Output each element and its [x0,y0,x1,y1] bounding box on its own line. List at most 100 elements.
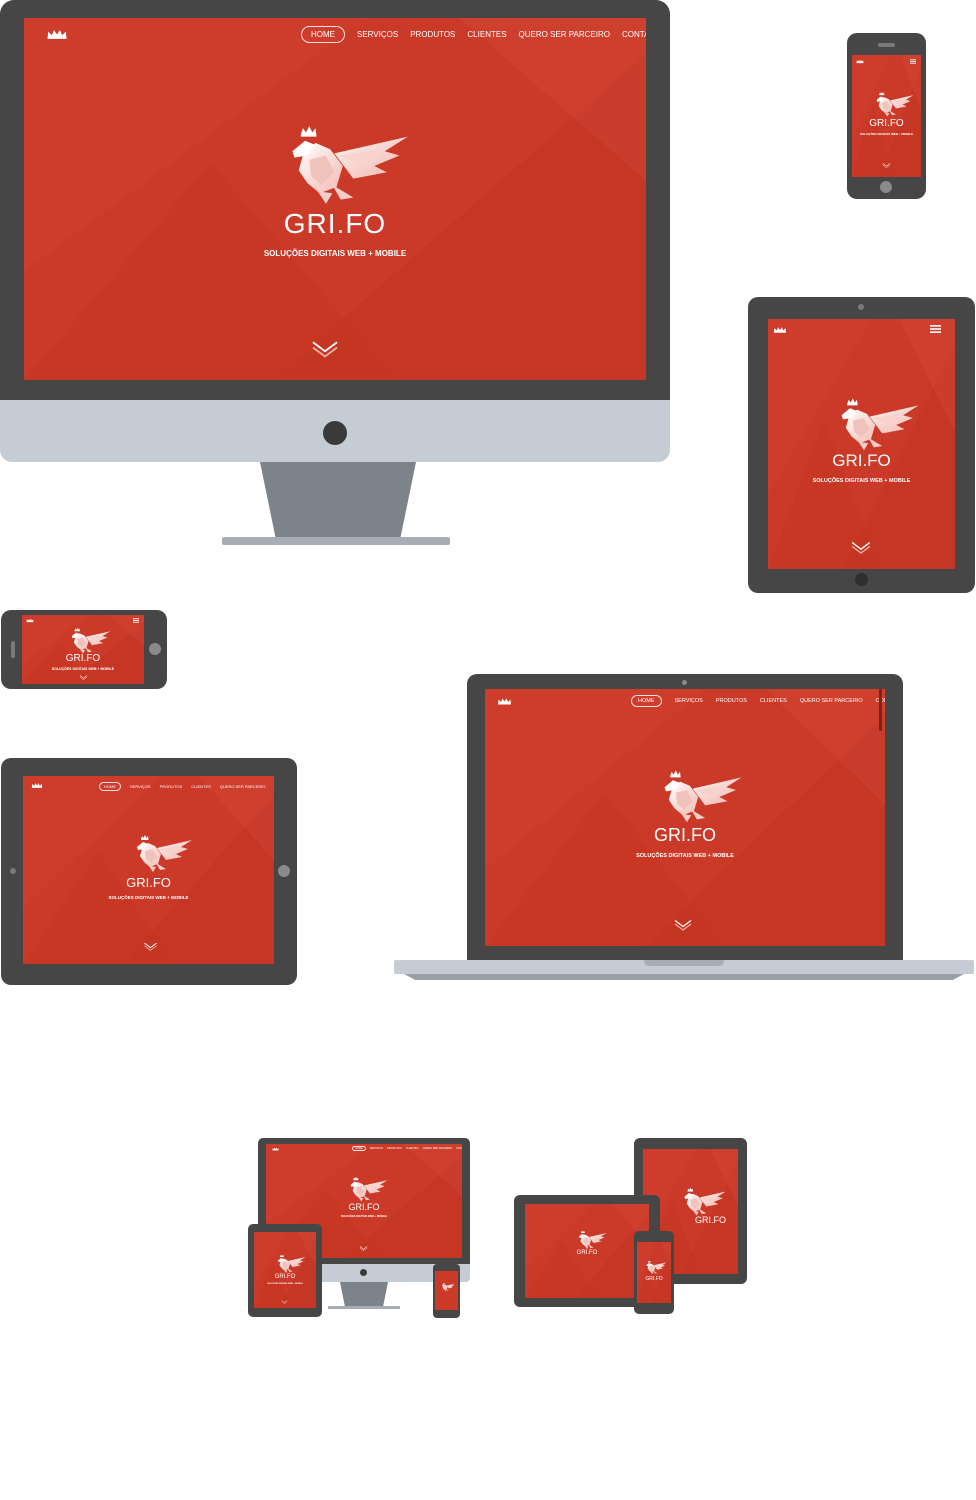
brand-tagline: SOLUÇÕES DIGITAIS WEB + MOBILE [340,1215,388,1218]
hamburger-icon[interactable] [910,59,916,64]
tablet-screen: HOME SERVIÇOS PRODUTOS CLIENTES QUERO SE… [23,776,274,964]
crown-icon[interactable] [31,782,43,789]
hamburger-icon[interactable] [133,618,139,623]
dragon-icon [284,124,410,208]
chevron-down-icon[interactable] [79,675,88,680]
home-button-icon [880,181,892,193]
dragon-icon [68,627,112,655]
chevron-down-icon[interactable] [143,942,158,951]
nav-servicos[interactable]: SERVIÇOS [675,698,703,704]
laptop-screen: HOME SERVIÇOS PRODUTOS CLIENTES QUERO SE… [485,689,885,946]
crown-icon[interactable] [26,618,34,623]
brand-wordmark: GRI.FO [274,1274,296,1280]
brand-wordmark: GRI.FO [654,825,716,845]
scrollbar[interactable] [879,689,882,731]
nav-servicos[interactable]: SERVIÇOS [370,1147,383,1150]
camera-icon [858,304,864,310]
brand-tagline: SOLUÇÕES DIGITAIS WEB + MOBILE [636,853,734,859]
crown-icon[interactable] [497,697,512,706]
home-button-icon [278,865,290,877]
phone-portrait-mockup: GRI.FO SOLUÇÕES DIGITAIS WEB + MOBILE [847,33,926,199]
brand-wordmark: GRI.FO [869,118,904,129]
nav-produtos[interactable]: PRODUTOS [410,30,455,39]
crown-icon[interactable] [272,1147,279,1151]
laptop-lid: HOME SERVIÇOS PRODUTOS CLIENTES QUERO SE… [467,674,903,960]
nav-parceiro[interactable]: QUERO SER PARCEIRO [220,784,266,789]
phone-portrait-mockup [433,1264,460,1318]
dragon-icon [836,397,920,453]
chevron-down-icon[interactable] [281,1300,288,1304]
nav-home[interactable]: HOME [352,1146,366,1151]
chevron-down-icon[interactable] [882,163,891,168]
main-nav: HOME SERVIÇOS PRODUTOS CLIENTES QUERO SE… [99,781,274,791]
nav-produtos[interactable]: PRODUTOS [716,698,747,704]
dragon-icon [348,1176,388,1203]
dragon-icon [133,834,193,874]
hamburger-icon[interactable] [930,325,941,333]
brand-wordmark: GRI.FO [283,208,387,239]
brand-tagline: SOLUÇÕES DIGITAIS WEB + MOBILE [263,249,407,258]
crown-icon[interactable] [46,28,68,41]
phone-screen: GRI.FO [637,1242,671,1303]
crown-icon[interactable] [856,59,864,64]
nav-parceiro[interactable]: QUERO SER PARCEIRO [422,1147,452,1150]
tablet-portrait-mockup: GRI.FO SOLUÇÕES DIGITAIS WEB + MOBILE [248,1224,322,1317]
nav-produtos[interactable]: PRODUTOS [160,784,183,789]
brand-tagline: SOLUÇÕES DIGITAIS WEB + MOBILE [267,1283,303,1285]
brand-tagline: SOLUÇÕES DIGITAIS WEB + MOBILE [51,667,115,671]
camera-icon [10,868,16,874]
chevron-down-icon[interactable] [359,1246,368,1251]
nav-home[interactable]: HOME [99,781,121,791]
dragon-icon [645,1260,667,1275]
camera-icon [682,680,687,685]
main-nav: HOME SERVIÇOS PRODUTOS CLIENTES QUERO SE… [301,25,646,43]
phone-screen [435,1271,458,1310]
nav-parceiro[interactable]: QUERO SER PARCEIRO [519,30,610,39]
phone-portrait-mockup: GRI.FO [634,1231,674,1314]
nav-clientes[interactable]: CLIENTES [760,698,787,704]
nav-servicos[interactable]: SERVIÇOS [130,784,151,789]
phone-screen: GRI.FO SOLUÇÕES DIGITAIS WEB + MOBILE [852,55,921,177]
phone-speaker [11,641,15,658]
laptop-notch [644,960,724,966]
home-button-icon [360,1269,367,1276]
nav-clientes[interactable]: CLIENTES [191,784,211,789]
nav-clientes[interactable]: CLIENTES [406,1147,419,1150]
chevron-down-icon[interactable] [310,340,340,358]
nav-produtos[interactable]: PRODUTOS [387,1147,402,1150]
monitor-foot [222,537,450,545]
home-button-icon [149,643,161,655]
dragon-icon [681,1187,727,1217]
brand-tagline: SOLUÇÕES DIGITAIS WEB + MOBILE [108,895,189,900]
device-group-1: HOME SERVIÇOS PRODUTOS CLIENTES QUERO SE… [248,1138,470,1318]
tablet-portrait-mockup: GRI.FO SOLUÇÕES DIGITAIS WEB + MOBILE [748,297,975,593]
nav-contato[interactable]: CONTATO [622,30,646,39]
desktop-mockup: HOME SERVIÇOS PRODUTOS CLIENTES QUERO SE… [0,0,670,548]
tablet-landscape-mockup: HOME SERVIÇOS PRODUTOS CLIENTES QUERO SE… [1,758,297,985]
chevron-down-icon[interactable] [673,919,693,931]
dragon-icon [874,91,914,118]
brand-tagline: SOLUÇÕES DIGITAIS WEB + MOBILE [812,478,911,484]
crown-icon[interactable] [773,326,787,334]
brand-wordmark: GRI.FO [832,451,891,470]
home-button-icon [323,421,347,445]
nav-servicos[interactable]: SERVIÇOS [357,30,398,39]
brand-tagline: SOLUÇÕES DIGITAIS WEB + MOBILE [859,132,914,136]
dragon-icon [441,1282,455,1292]
nav-home[interactable]: HOME [631,694,662,707]
home-button-icon [855,573,868,586]
laptop-base-underside [404,974,964,980]
nav-parceiro[interactable]: QUERO SER PARCEIRO [800,698,863,704]
chevron-down-icon[interactable] [850,541,872,554]
nav-contato[interactable]: CONTATO [456,1147,462,1150]
dragon-icon [659,769,743,825]
device-group-2: GRI.FO GRI.FO GRI.FO [514,1138,747,1314]
hero-screen: HOME SERVIÇOS PRODUTOS CLIENTES QUERO SE… [24,18,646,380]
nav-clientes[interactable]: CLIENTES [467,30,506,39]
nav-home[interactable]: HOME [301,25,345,43]
phone-speaker [878,43,895,47]
phone-landscape-mockup: GRI.FO SOLUÇÕES DIGITAIS WEB + MOBILE [1,610,167,689]
main-nav: HOME SERVIÇOS PRODUTOS CLIENTES QUERO SE… [631,694,885,707]
brand-wordmark: GRI.FO [126,875,171,890]
tablet-screen: GRI.FO SOLUÇÕES DIGITAIS WEB + MOBILE [768,319,955,569]
